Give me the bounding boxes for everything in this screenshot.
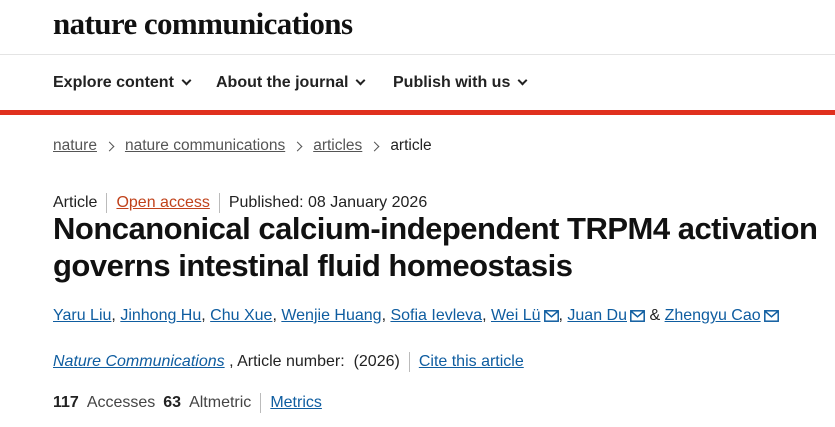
- article-number-label: , Article number:: [229, 353, 345, 370]
- publication-year: (2026): [353, 353, 400, 370]
- article-title: Noncanonical calcium-independent TRPM4 a…: [53, 211, 818, 283]
- breadcrumb: nature nature communications articles ar…: [53, 137, 432, 155]
- nav-item-label: Publish with us: [393, 74, 511, 91]
- author-link[interactable]: Wenjie Huang: [281, 307, 381, 325]
- altmetric-count: 63: [163, 394, 182, 411]
- altmetric-label: Altmetric: [189, 394, 252, 411]
- journal-link[interactable]: Nature Communications: [53, 353, 225, 371]
- author-link[interactable]: Chu Xue: [210, 307, 272, 325]
- author-link[interactable]: Sofia Ievleva: [390, 307, 482, 325]
- mail-icon[interactable]: [543, 310, 559, 322]
- author-separator: ,: [272, 307, 277, 324]
- main-nav: Explore content About the journal Publis…: [0, 56, 835, 111]
- chevron-down-icon: [517, 75, 528, 86]
- mail-icon[interactable]: [630, 310, 645, 322]
- accent-rule: [0, 110, 835, 115]
- author-separator: ,: [482, 307, 487, 324]
- nav-item-label: About the journal: [216, 74, 349, 91]
- author-separator: ,: [201, 307, 206, 324]
- chevron-down-icon: [181, 75, 192, 86]
- metrics-row: 117 Accesses 63 Altmetric Metrics: [53, 393, 322, 413]
- journal-logo[interactable]: nature communications: [53, 6, 353, 42]
- divider: [408, 352, 410, 372]
- author-separator: ,: [111, 307, 116, 324]
- divider: [260, 393, 262, 413]
- nav-about-journal[interactable]: About the journal: [216, 74, 366, 92]
- accesses-count: 117: [53, 394, 79, 411]
- author-joiner: &: [649, 307, 661, 324]
- author-list: Yaru Liu, Jinhong Hu, Chu Xue, Wenjie Hu…: [53, 307, 779, 325]
- author-link[interactable]: Jinhong Hu: [120, 307, 201, 325]
- mail-icon[interactable]: [763, 310, 779, 322]
- breadcrumb-articles[interactable]: articles: [313, 137, 362, 155]
- metrics-link[interactable]: Metrics: [270, 394, 322, 412]
- nav-publish-with-us[interactable]: Publish with us: [393, 74, 528, 92]
- author-separator: ,: [381, 307, 387, 324]
- breadcrumb-nature-communications[interactable]: nature communications: [125, 137, 285, 155]
- site-header: nature communications: [0, 0, 835, 55]
- author-separator: ,: [558, 307, 563, 324]
- author-link[interactable]: Zhengyu Cao: [665, 307, 761, 325]
- author-link[interactable]: Yaru Liu: [53, 307, 111, 325]
- chevron-right-icon: [292, 141, 303, 151]
- nav-item-label: Explore content: [53, 74, 174, 91]
- chevron-right-icon: [369, 141, 380, 151]
- author-link[interactable]: Juan Du: [567, 307, 627, 325]
- cite-this-article-link[interactable]: Cite this article: [419, 353, 524, 371]
- accesses-label: Accesses: [86, 394, 156, 411]
- chevron-right-icon: [104, 141, 115, 151]
- author-link[interactable]: Wei Lü: [491, 307, 541, 325]
- breadcrumb-current: article: [390, 137, 432, 154]
- citation-row: Nature Communications , Article number: …: [53, 352, 524, 372]
- breadcrumb-nature[interactable]: nature: [53, 137, 97, 155]
- chevron-down-icon: [355, 75, 366, 86]
- nav-explore-content[interactable]: Explore content: [53, 74, 192, 92]
